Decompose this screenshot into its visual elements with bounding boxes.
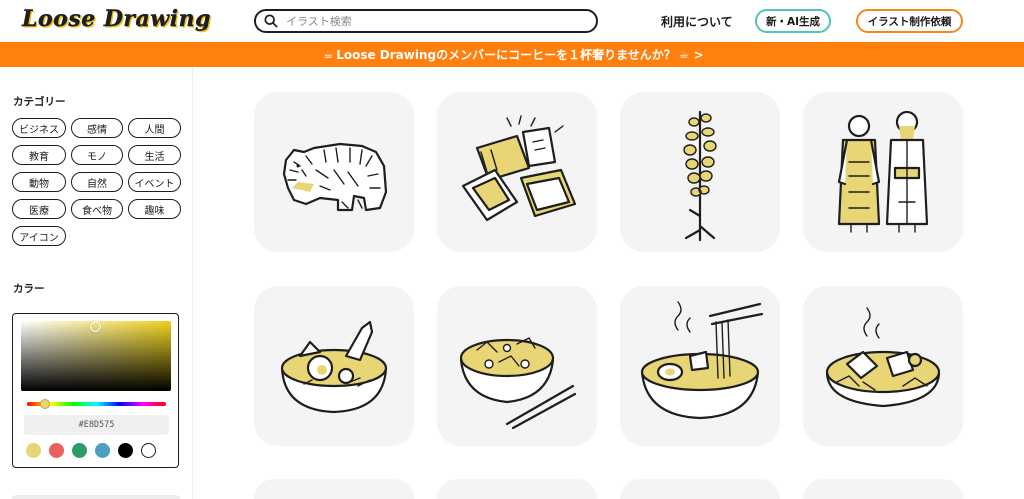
- category-chip-icons[interactable]: アイコン: [12, 226, 66, 246]
- illustration-card-ramen[interactable]: [620, 286, 780, 446]
- illustration-card-partial[interactable]: [620, 479, 780, 499]
- swatch-yellow[interactable]: [26, 443, 41, 458]
- category-chip-medical[interactable]: 医療: [12, 199, 66, 219]
- sidebar: カテゴリー ビジネス 感情 人間 教育 モノ 生活 動物 自然 イベント 医療 …: [0, 67, 193, 499]
- swatch-green[interactable]: [72, 443, 87, 458]
- category-chip-hobby[interactable]: 趣味: [128, 199, 181, 219]
- illustration-card-bowl-chopsticks[interactable]: [437, 286, 597, 446]
- illustration-card-couple[interactable]: [803, 92, 963, 252]
- couple-illustration: [837, 110, 929, 233]
- about-link[interactable]: 利用について: [661, 13, 733, 30]
- flower-illustration: [683, 110, 717, 242]
- category-chip-life[interactable]: 生活: [128, 145, 181, 165]
- coffee-cup-icon: ☕: [678, 48, 689, 61]
- hex-value-field[interactable]: #E8D575: [24, 415, 169, 435]
- category-list: ビジネス 感情 人間 教育 モノ 生活 動物 自然 イベント 医療 食べ物 趣味…: [12, 118, 187, 246]
- banner-text: Loose Drawingのメンバーにコーヒーを１杯奢りませんか？: [336, 48, 676, 62]
- illustration-card-soup-curry[interactable]: [254, 286, 414, 446]
- saturation-handle[interactable]: [90, 321, 101, 332]
- illustration-card-packages[interactable]: [437, 92, 597, 252]
- request-illustration-button[interactable]: イラスト制作依頼: [856, 9, 963, 33]
- illustration-card-tiger[interactable]: [254, 92, 414, 252]
- hue-slider-handle[interactable]: [40, 399, 50, 409]
- bowl-chopsticks-illustration: [459, 337, 577, 430]
- site-header: Loose Drawing 利用について 新・AI生成 イラスト制作依頼: [0, 0, 1024, 42]
- category-chip-nature[interactable]: 自然: [71, 172, 123, 192]
- site-logo[interactable]: Loose Drawing: [22, 6, 211, 32]
- illustration-card-flower[interactable]: [620, 92, 780, 252]
- soup-curry-illustration: [280, 320, 388, 414]
- category-chip-emotion[interactable]: 感情: [71, 118, 123, 138]
- ramen-illustration: [640, 301, 764, 420]
- illustration-card-partial[interactable]: [803, 479, 963, 499]
- tiger-illustration: [282, 142, 388, 212]
- coffee-banner[interactable]: ☕ Loose Drawingのメンバーにコーヒーを１杯奢りませんか？ ☕ >: [0, 42, 1024, 67]
- illustration-card-partial[interactable]: [254, 479, 414, 499]
- banner-arrow-icon: >: [693, 47, 704, 62]
- color-swatches: [26, 443, 156, 458]
- category-chip-animals[interactable]: 動物: [12, 172, 66, 192]
- swatch-blue[interactable]: [95, 443, 110, 458]
- category-chip-business[interactable]: ビジネス: [12, 118, 66, 138]
- hot-dish-illustration: [825, 307, 941, 408]
- packages-illustration: [461, 115, 577, 222]
- category-chip-food[interactable]: 食べ物: [71, 199, 123, 219]
- category-chip-education[interactable]: 教育: [12, 145, 66, 165]
- category-chip-events[interactable]: イベント: [128, 172, 181, 192]
- ai-generate-button[interactable]: 新・AI生成: [755, 9, 831, 33]
- search-input[interactable]: [286, 14, 586, 28]
- illustration-card-partial[interactable]: [437, 479, 597, 499]
- swatch-black[interactable]: [118, 443, 133, 458]
- search-icon: [264, 14, 278, 28]
- illustration-card-hot-dish[interactable]: [803, 286, 963, 446]
- category-chip-objects[interactable]: モノ: [71, 145, 123, 165]
- color-picker: #E8D575: [12, 313, 179, 468]
- swatch-white[interactable]: [141, 443, 156, 458]
- coffee-cup-icon: ☕: [323, 48, 334, 61]
- color-title: カラー: [13, 283, 45, 295]
- swatch-red[interactable]: [49, 443, 64, 458]
- category-chip-people[interactable]: 人間: [128, 118, 181, 138]
- sidebar-next-section: [12, 495, 180, 499]
- category-title: カテゴリー: [13, 96, 66, 108]
- search-bar[interactable]: [254, 9, 598, 33]
